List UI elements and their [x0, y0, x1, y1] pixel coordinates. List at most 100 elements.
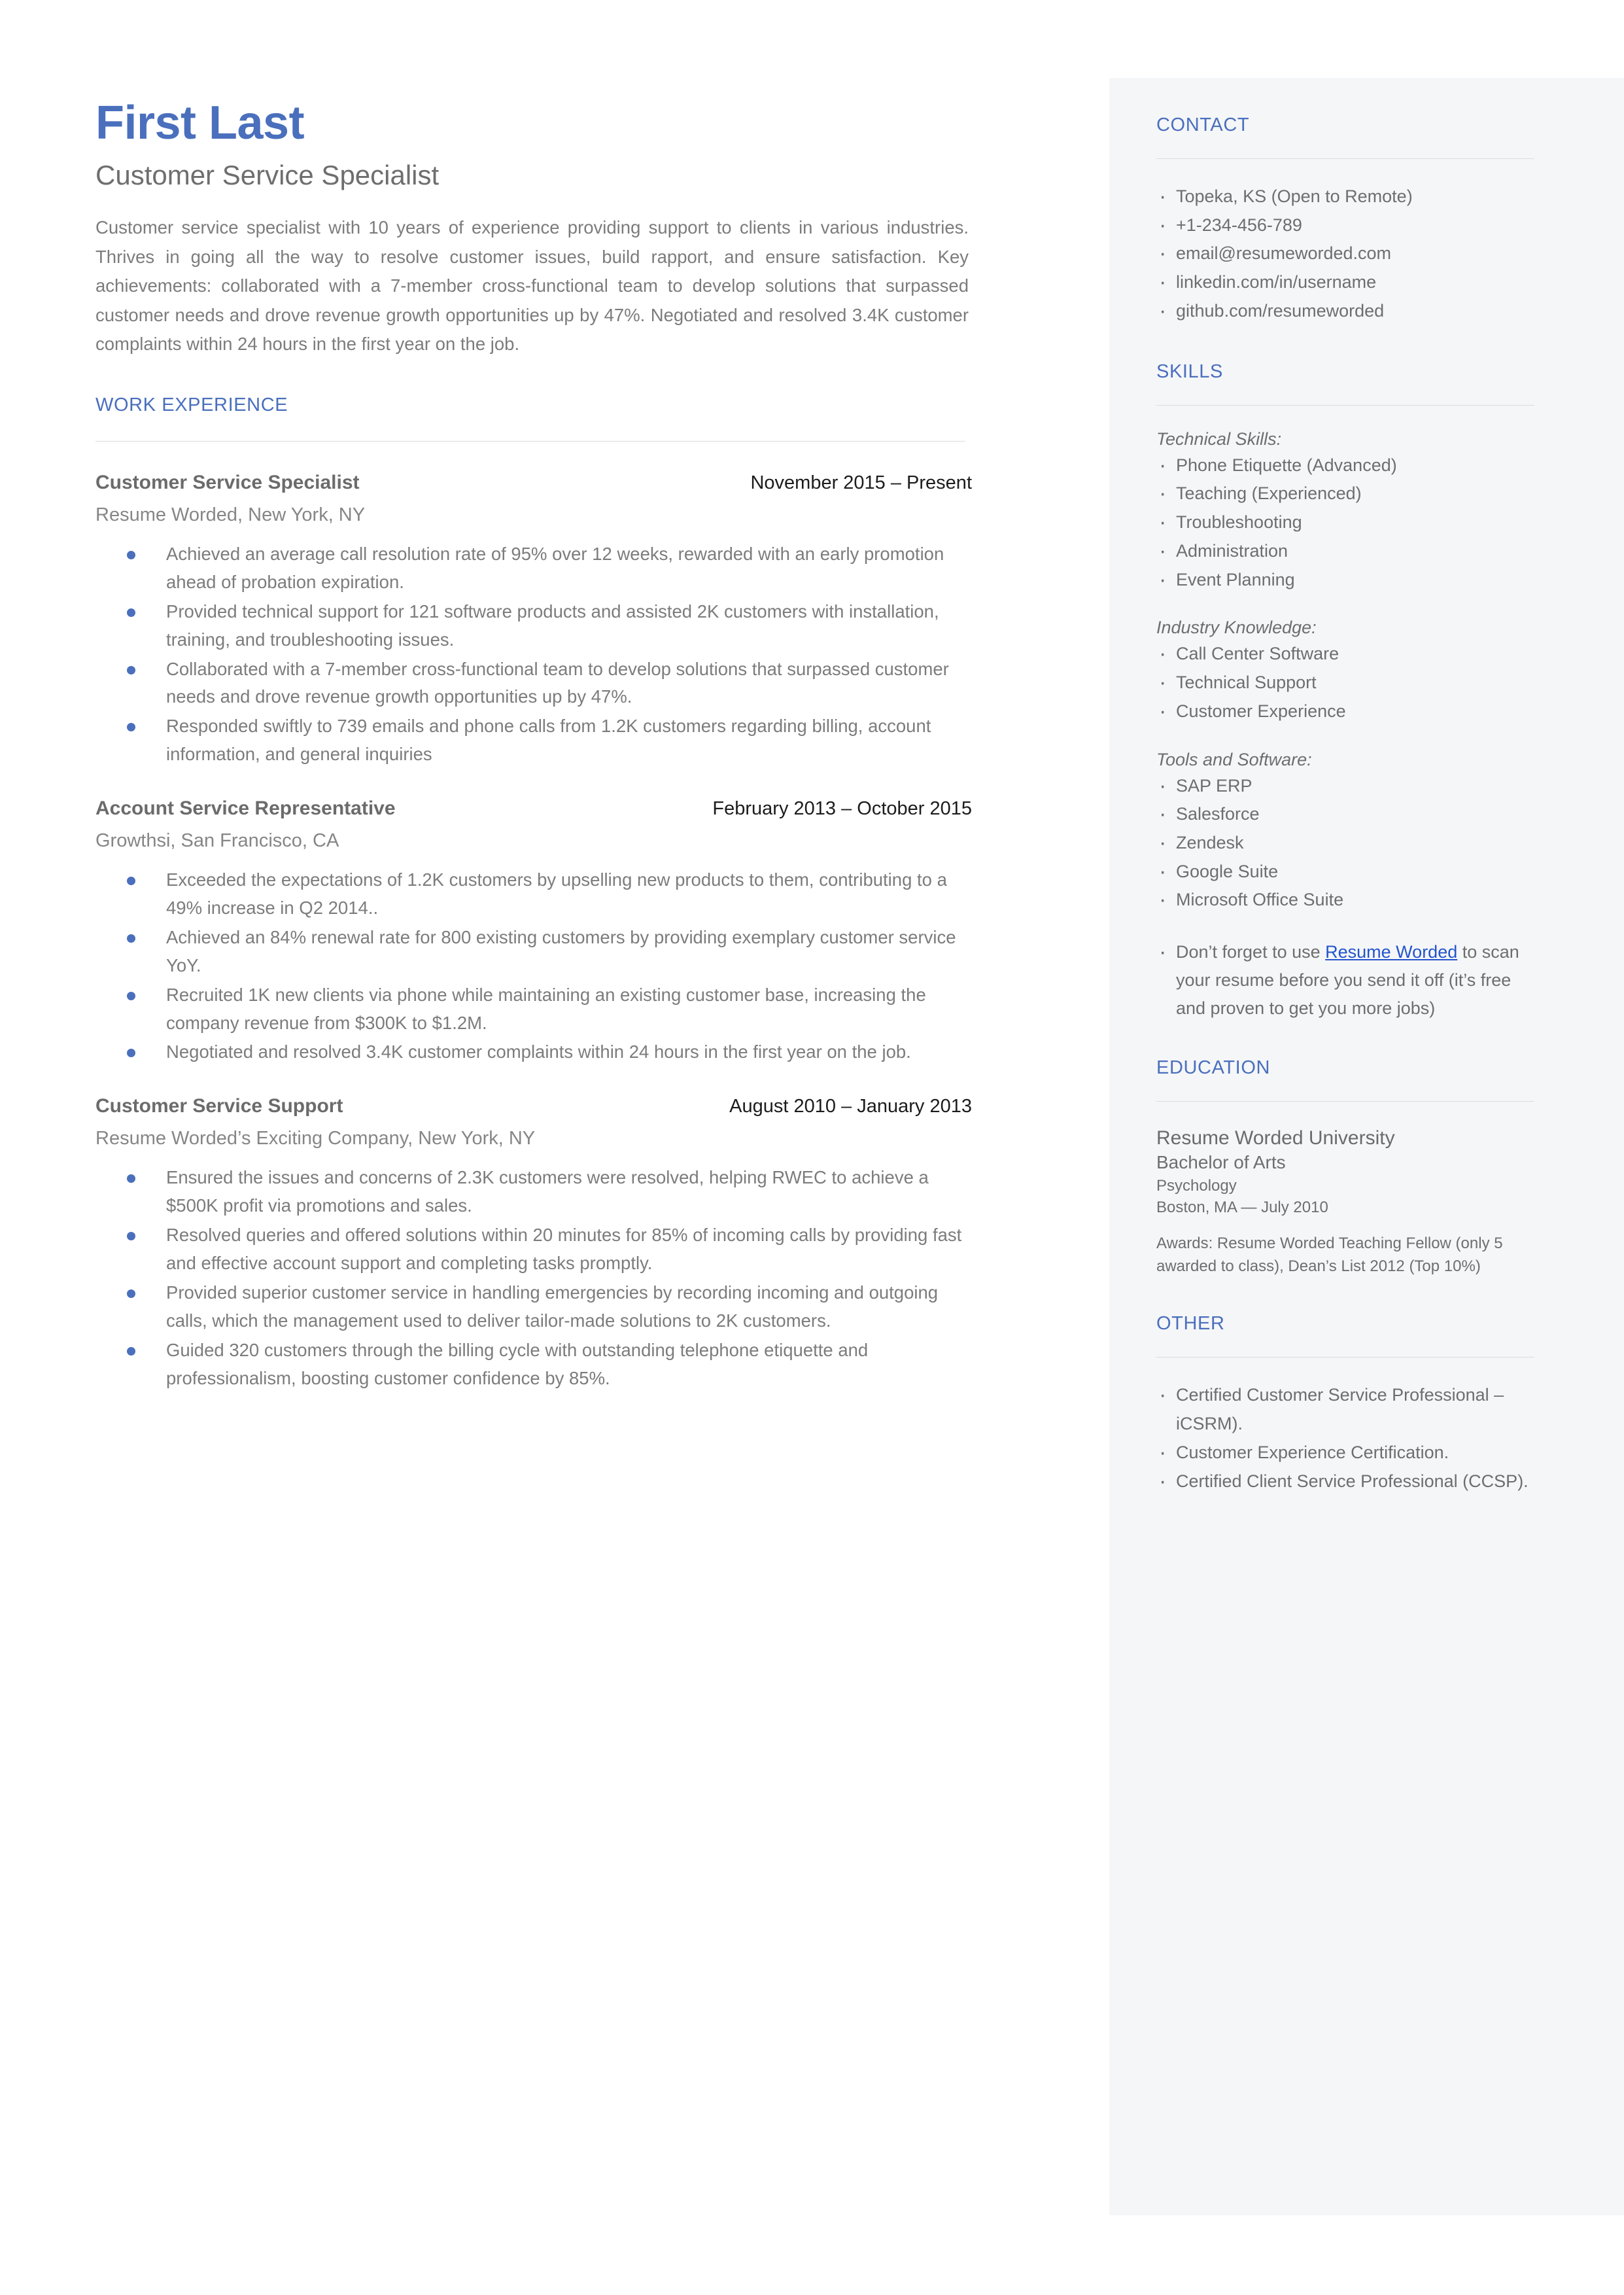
bullet-dot-icon — [127, 877, 135, 886]
job-bullet-list: Ensured the issues and concerns of 2.3K … — [95, 1164, 972, 1392]
job-bullet: Ensured the issues and concerns of 2.3K … — [95, 1164, 972, 1220]
skill-item: Microsoft Office Suite — [1156, 885, 1536, 917]
job-bullet-text: Resolved queries and offered solutions w… — [166, 1225, 962, 1274]
job-header-row: Account Service Representative February … — [95, 797, 972, 825]
education-awards: Awards: Resume Worded Teaching Fellow (o… — [1156, 1234, 1503, 1275]
contact-item-phone[interactable]: +1-234-456-789 — [1156, 209, 1536, 241]
job-bullet: Recruited 1K new clients via phone while… — [95, 981, 972, 1038]
job-bullet-text: Responded swiftly to 739 emails and phon… — [166, 716, 931, 765]
job-header-row: Customer Service Specialist November 201… — [95, 472, 972, 499]
job-bullet: Resolved queries and offered solutions w… — [95, 1221, 972, 1278]
job-bullet-text: Negotiated and resolved 3.4K customer co… — [166, 1042, 911, 1062]
education-field: Psychology — [1156, 1176, 1237, 1195]
contact-item-email[interactable]: email@resumeworded.com — [1156, 237, 1536, 270]
section-heading-contact: CONTACT — [1156, 114, 1250, 135]
job-bullet: Guided 320 customers through the billing… — [95, 1337, 972, 1393]
bullet-dot-icon — [127, 608, 135, 617]
education-location-date: Boston, MA — July 2010 — [1156, 1198, 1328, 1216]
skill-item: Technical Support — [1156, 667, 1536, 699]
job-bullet: Achieved an 84% renewal rate for 800 exi… — [95, 924, 972, 980]
skill-list: SAP ERP Salesforce Zendesk Google Suite … — [1156, 770, 1536, 917]
job-bullet: Achieved an average call resolution rate… — [95, 540, 972, 597]
job-bullet-text: Collaborated with a 7-member cross-funct… — [166, 658, 949, 707]
contact-item-github[interactable]: github.com/resumeworded — [1156, 295, 1536, 327]
job-header-row: Customer Service Support August 2010 – J… — [95, 1095, 972, 1123]
professional-headline: Customer Service Specialist — [95, 159, 440, 190]
skill-item: Event Planning — [1156, 564, 1536, 596]
job-bullet-text: Guided 320 customers through the billing… — [166, 1339, 869, 1388]
job-bullet: Negotiated and resolved 3.4K customer co… — [95, 1038, 972, 1066]
bullet-dot-icon — [127, 1232, 135, 1241]
job-bullet-text: Provided technical support for 121 softw… — [166, 601, 939, 650]
bullet-dot-icon — [127, 1174, 135, 1183]
job-bullet-text: Exceeded the expectations of 1.2K custom… — [166, 869, 947, 918]
other-item: Certified Customer Service Professional … — [1156, 1379, 1536, 1438]
job-bullet: Provided superior customer service in ha… — [95, 1279, 972, 1335]
skill-group-label: Tools and Software: — [1156, 749, 1312, 769]
skill-item: Troubleshooting — [1156, 506, 1536, 538]
section-divider-other — [1156, 1357, 1534, 1358]
other-list: Certified Customer Service Professional … — [1156, 1379, 1536, 1498]
main-column: First Last Customer Service Specialist C… — [95, 97, 972, 1421]
bullet-dot-icon — [127, 934, 135, 943]
job-title: Account Service Representative — [95, 797, 396, 820]
sidebar-column: CONTACT Topeka, KS (Open to Remote) +1-2… — [1156, 114, 1536, 1531]
resume-worded-promo: Don’t forget to use Resume Worded to sca… — [1156, 936, 1536, 1022]
bullet-dot-icon — [127, 991, 135, 1000]
skill-group-tools-software: Tools and Software: SAP ERP Salesforce Z… — [1156, 749, 1536, 917]
section-heading-work-experience: WORK EXPERIENCE — [95, 394, 288, 415]
job-entry: Customer Service Specialist November 201… — [95, 472, 972, 769]
contact-list: Topeka, KS (Open to Remote) +1-234-456-7… — [1156, 181, 1536, 327]
job-entry: Account Service Representative February … — [95, 797, 972, 1066]
section-divider-work-experience — [95, 440, 965, 442]
job-bullet-list: Exceeded the expectations of 1.2K custom… — [95, 866, 972, 1066]
skill-list: Phone Etiquette (Advanced) Teaching (Exp… — [1156, 449, 1536, 596]
skill-group-technical: Technical Skills: Phone Etiquette (Advan… — [1156, 429, 1536, 596]
bullet-dot-icon — [127, 665, 135, 674]
section-divider-education — [1156, 1101, 1534, 1102]
contact-item-linkedin[interactable]: linkedin.com/in/username — [1156, 266, 1536, 298]
other-item: Certified Client Service Professional (C… — [1156, 1465, 1536, 1498]
job-dates: August 2010 – January 2013 — [729, 1096, 972, 1117]
bullet-dot-icon — [127, 550, 135, 559]
job-dates: November 2015 – Present — [750, 472, 972, 493]
bullet-dot-icon — [127, 1346, 135, 1356]
skill-group-label: Technical Skills: — [1156, 429, 1282, 449]
sidebar-section-education: EDUCATION Resume Worded University Bache… — [1156, 1057, 1536, 1278]
skill-item: Administration — [1156, 535, 1536, 567]
job-bullet-text: Achieved an average call resolution rate… — [166, 543, 944, 592]
promo-text-before: Don’t forget to use — [1176, 942, 1326, 962]
job-bullet: Provided technical support for 121 softw… — [95, 598, 972, 654]
job-bullet: Exceeded the expectations of 1.2K custom… — [95, 866, 972, 922]
job-bullet-text: Recruited 1K new clients via phone while… — [166, 984, 926, 1033]
job-bullet-text: Achieved an 84% renewal rate for 800 exi… — [166, 926, 956, 975]
job-bullet: Responded swiftly to 739 emails and phon… — [95, 712, 972, 769]
job-bullet: Collaborated with a 7-member cross-funct… — [95, 656, 972, 712]
education-school: Resume Worded University — [1156, 1127, 1395, 1149]
section-heading-skills: SKILLS — [1156, 360, 1223, 382]
section-heading-other: OTHER — [1156, 1313, 1225, 1335]
section-heading-education: EDUCATION — [1156, 1057, 1271, 1079]
skill-item: Customer Experience — [1156, 695, 1536, 727]
job-bullet-text: Ensured the issues and concerns of 2.3K … — [166, 1167, 929, 1216]
contact-item-location: Topeka, KS (Open to Remote) — [1156, 181, 1536, 213]
job-company: Growthsi, San Francisco, CA — [95, 830, 339, 852]
resume-worded-link[interactable]: Resume Worded — [1325, 942, 1457, 962]
other-item: Customer Experience Certification. — [1156, 1437, 1536, 1469]
skill-group-label: Industry Knowledge: — [1156, 618, 1317, 638]
skill-item: Phone Etiquette (Advanced) — [1156, 449, 1536, 482]
bullet-dot-icon — [127, 1049, 135, 1058]
sidebar-section-skills: SKILLS Technical Skills: Phone Etiquette… — [1156, 361, 1536, 1023]
bullet-dot-icon — [127, 723, 135, 732]
job-title: Customer Service Support — [95, 1095, 343, 1117]
sidebar-section-contact: CONTACT Topeka, KS (Open to Remote) +1-2… — [1156, 114, 1536, 327]
education-degree: Bachelor of Arts — [1156, 1152, 1286, 1173]
job-dates: February 2013 – October 2015 — [712, 798, 972, 820]
bullet-dot-icon — [127, 1289, 135, 1298]
skill-item: SAP ERP — [1156, 770, 1536, 802]
job-company: Resume Worded, New York, NY — [95, 504, 366, 525]
skill-item: Teaching (Experienced) — [1156, 478, 1536, 510]
job-bullet-list: Achieved an average call resolution rate… — [95, 540, 972, 769]
skill-list: Call Center Software Technical Support C… — [1156, 638, 1536, 727]
skill-item: Google Suite — [1156, 856, 1536, 888]
